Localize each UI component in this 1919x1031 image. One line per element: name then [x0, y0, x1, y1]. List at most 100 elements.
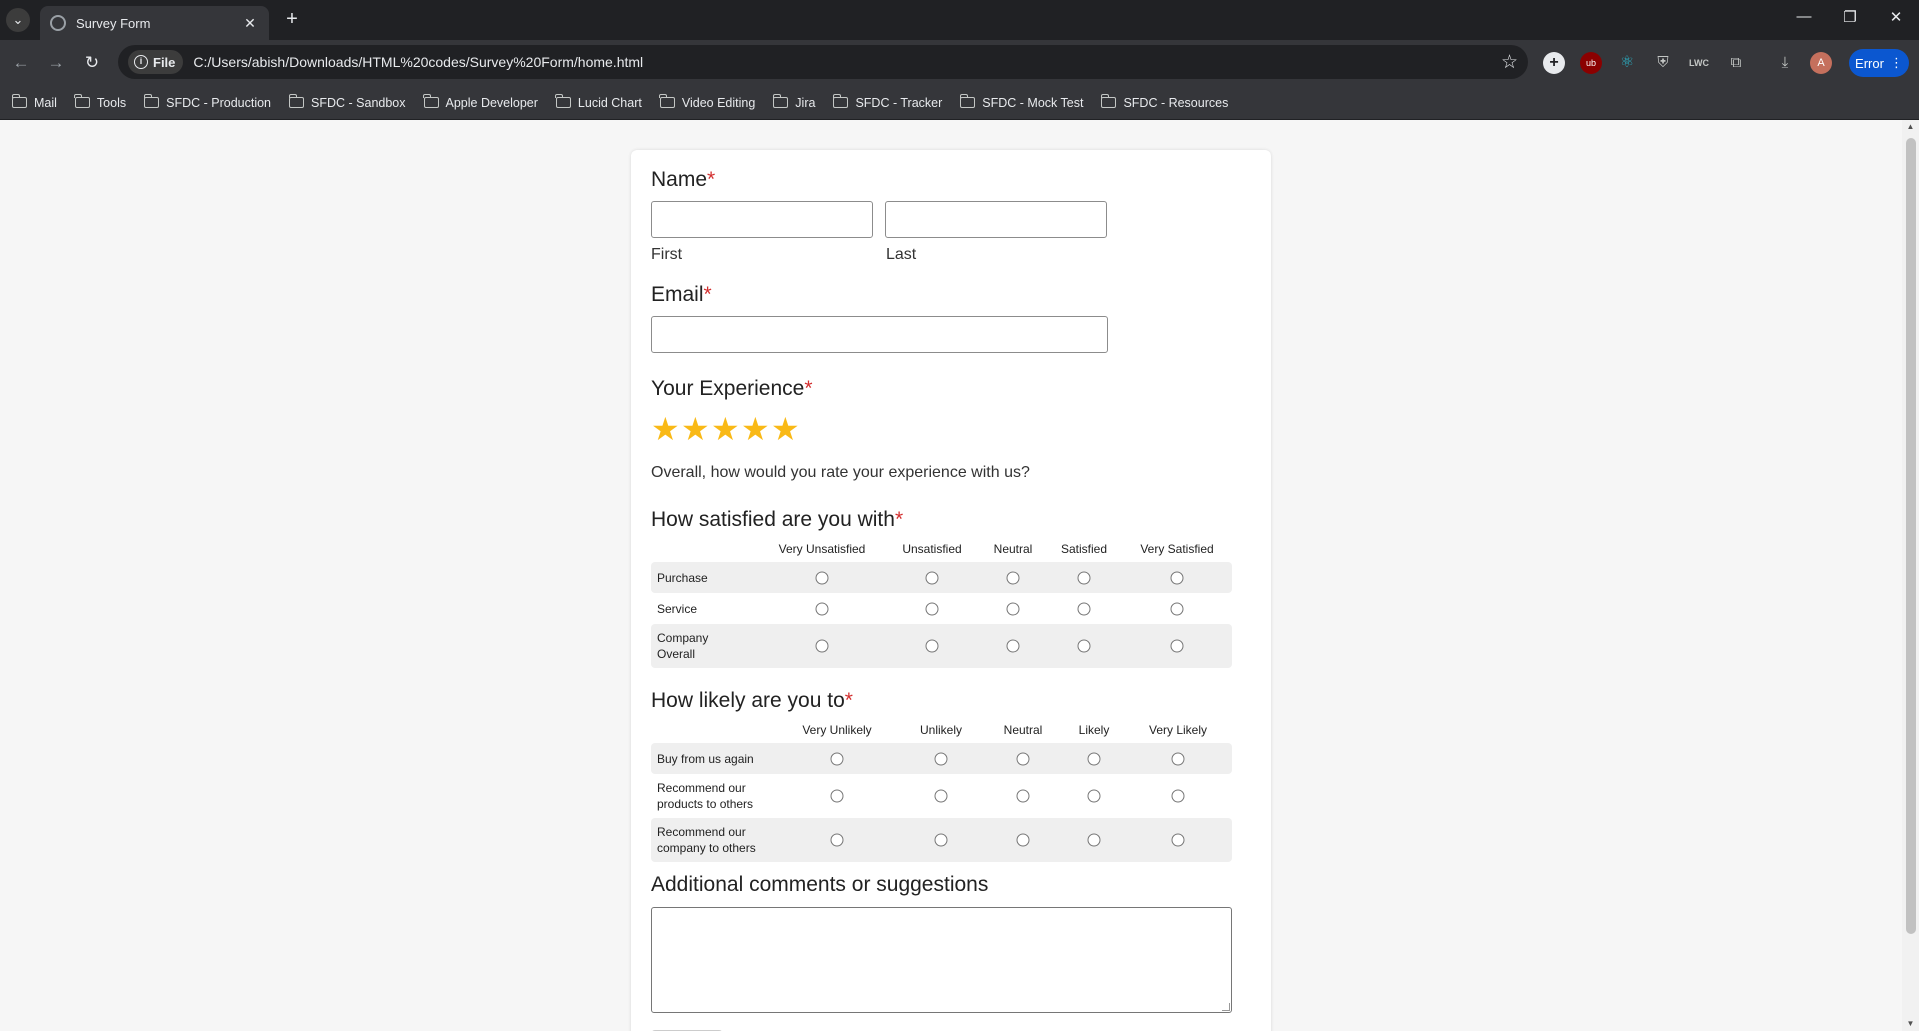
star-icon[interactable]: ★: [741, 413, 770, 445]
star-icon[interactable]: ★: [681, 413, 710, 445]
star-icon[interactable]: ★: [711, 413, 740, 445]
column-header: Satisfied: [1060, 542, 1108, 556]
folder-icon: [659, 94, 675, 108]
column-header: Very Unsatisfied: [778, 542, 866, 556]
likelihood-matrix: Very Unlikely Unlikely Neutral Likely Very L…: [651, 720, 1232, 862]
radio-button[interactable]: [1087, 789, 1101, 803]
back-arrow-icon[interactable]: ←: [8, 50, 34, 76]
resize-handle-icon[interactable]: [1222, 1003, 1230, 1011]
ublock-icon[interactable]: ub: [1580, 52, 1602, 74]
forward-arrow-icon[interactable]: →: [43, 50, 69, 76]
matrix-header: Very Unlikely Unlikely Neutral Likely Very L…: [651, 720, 1232, 743]
shield-icon[interactable]: ⛨: [1652, 52, 1674, 74]
column-header: Neutral: [1003, 723, 1043, 737]
radio-button[interactable]: [1087, 752, 1101, 765]
bookmarks-bar: Mail Tools SFDC - Production SFDC - Sandbox…: [0, 86, 1919, 120]
bookmark-star-icon[interactable]: ☆: [1501, 51, 1518, 74]
window-close-icon[interactable]: ✕: [1881, 8, 1911, 26]
address-bar[interactable]: i File C:/Users/abish/Downloads/HTML%20c…: [118, 45, 1528, 79]
bookmark-folder[interactable]: Apple Developer: [423, 94, 538, 110]
tab-survey-form[interactable]: Survey Form ✕: [40, 6, 269, 40]
bookmark-folder[interactable]: Lucid Chart: [555, 94, 642, 110]
puzzle-extensions-icon[interactable]: ⧉: [1725, 52, 1747, 74]
download-icon[interactable]: ⤓: [1774, 52, 1796, 74]
bookmark-folder[interactable]: Jira: [772, 94, 815, 110]
radio-button[interactable]: [1016, 833, 1030, 847]
bookmark-folder[interactable]: SFDC - Mock Test: [959, 94, 1083, 110]
bookmark-folder[interactable]: Mail: [11, 94, 57, 110]
profile-error-button[interactable]: Error ⋮: [1849, 49, 1909, 77]
add-extension-icon[interactable]: +: [1543, 52, 1565, 74]
new-tab-plus-icon[interactable]: +: [280, 8, 304, 32]
radio-button[interactable]: [1170, 602, 1184, 615]
radio-button[interactable]: [925, 639, 939, 653]
react-icon[interactable]: ⚛: [1616, 52, 1638, 74]
comments-textarea[interactable]: [651, 907, 1232, 1013]
bookmark-folder[interactable]: SFDC - Resources: [1100, 94, 1228, 110]
close-icon[interactable]: ✕: [241, 15, 259, 32]
tab-search-chevron-icon[interactable]: ⌄: [6, 8, 30, 32]
radio-button[interactable]: [1016, 789, 1030, 803]
radio-button[interactable]: [1171, 789, 1185, 803]
last-name-label: Last: [886, 246, 917, 263]
minimize-icon[interactable]: —: [1789, 8, 1819, 25]
radio-button[interactable]: [815, 602, 829, 615]
last-name-input[interactable]: [885, 201, 1107, 238]
bookmark-folder[interactable]: SFDC - Tracker: [832, 94, 943, 110]
radio-button[interactable]: [1087, 833, 1101, 847]
bookmark-folder[interactable]: SFDC - Sandbox: [288, 94, 406, 110]
radio-button[interactable]: [1016, 752, 1030, 765]
bookmark-label: Video Editing: [681, 95, 756, 110]
radio-button[interactable]: [830, 789, 844, 803]
email-input[interactable]: [651, 316, 1108, 353]
radio-button[interactable]: [1170, 639, 1184, 653]
scrollbar-thumb[interactable]: [1906, 138, 1916, 934]
radio-button[interactable]: [1077, 571, 1091, 584]
row-label-line: company to others: [657, 841, 756, 855]
radio-button[interactable]: [934, 752, 948, 765]
row-label: Company Overall: [657, 630, 708, 662]
lwc-icon[interactable]: LWC: [1688, 52, 1710, 74]
radio-button[interactable]: [925, 602, 939, 615]
error-label: Error: [1855, 55, 1884, 71]
radio-button[interactable]: [1171, 833, 1185, 847]
site-info-chip[interactable]: i File: [128, 50, 184, 74]
radio-button[interactable]: [830, 833, 844, 847]
scroll-down-arrow-icon[interactable]: ▼: [1902, 1017, 1919, 1031]
star-icon[interactable]: ★: [651, 413, 680, 445]
radio-button[interactable]: [1006, 639, 1020, 653]
bookmark-folder[interactable]: SFDC - Production: [143, 94, 271, 110]
bookmark-folder[interactable]: Video Editing: [659, 94, 756, 110]
row-label-line: Recommend our: [657, 825, 746, 839]
avatar[interactable]: A: [1810, 52, 1832, 74]
folder-icon: [74, 94, 90, 108]
radio-button[interactable]: [934, 833, 948, 847]
radio-button[interactable]: [1171, 752, 1185, 765]
radio-button[interactable]: [1006, 571, 1020, 584]
bookmark-label: SFDC - Tracker: [855, 95, 943, 110]
star-icon[interactable]: ★: [771, 413, 800, 445]
radio-button[interactable]: [830, 752, 844, 765]
reload-icon[interactable]: ↻: [79, 50, 105, 76]
url-text[interactable]: C:/Users/abish/Downloads/HTML%20codes/Su…: [193, 54, 1501, 70]
first-name-label: First: [651, 246, 683, 263]
folder-icon: [423, 94, 439, 108]
bookmark-folder[interactable]: Tools: [74, 94, 126, 110]
radio-button[interactable]: [815, 639, 829, 653]
matrix-row: Company Overall: [651, 624, 1232, 668]
tab-strip: ⌄ Survey Form ✕ + — ❐ ✕: [0, 0, 1919, 40]
row-label-line: Service: [657, 601, 698, 616]
radio-button[interactable]: [1077, 639, 1091, 653]
restore-icon[interactable]: ❐: [1835, 8, 1865, 26]
first-name-input[interactable]: [651, 201, 873, 238]
scroll-up-arrow-icon[interactable]: ▲: [1902, 120, 1919, 134]
radio-button[interactable]: [1006, 602, 1020, 615]
radio-button[interactable]: [815, 571, 829, 584]
radio-button[interactable]: [934, 789, 948, 803]
radio-button[interactable]: [925, 571, 939, 584]
radio-button[interactable]: [1077, 602, 1091, 615]
vertical-scrollbar[interactable]: ▲ ▼: [1902, 120, 1919, 1031]
radio-button[interactable]: [1170, 571, 1184, 584]
row-label: Buy from us again: [657, 751, 754, 767]
star-rating[interactable]: ★ ★ ★ ★ ★: [651, 413, 800, 445]
